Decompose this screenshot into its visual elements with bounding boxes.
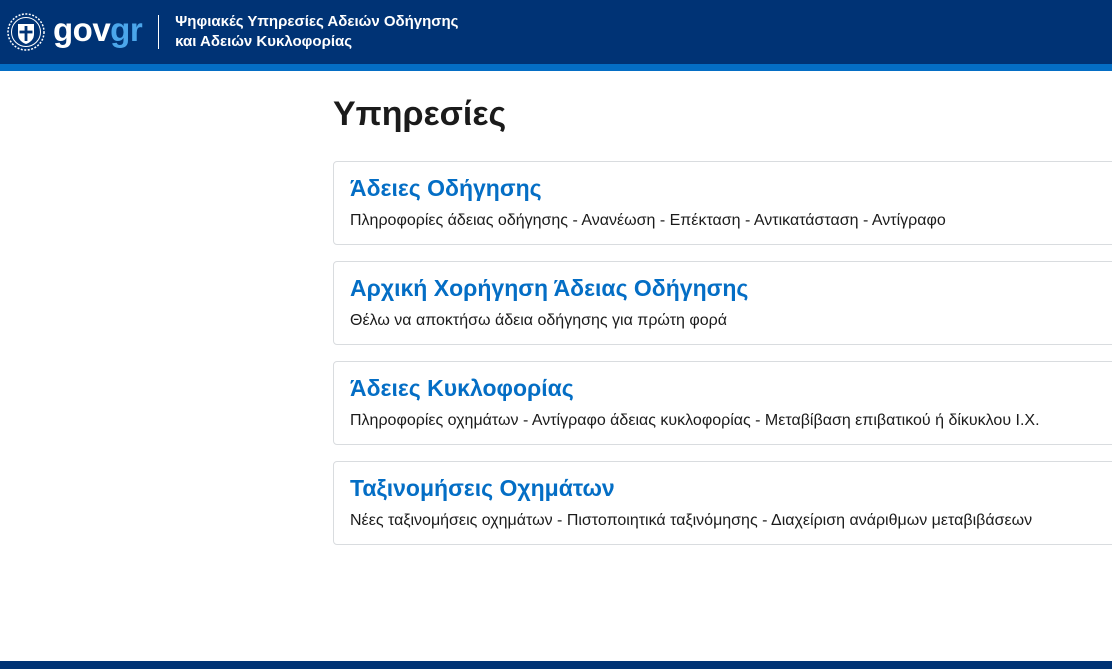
service-cards: Άδειες Οδήγησης Πληροφορίες άδειας οδήγη… — [333, 161, 1112, 545]
site-header: govgr Ψηφιακές Υπηρεσίες Αδειών Οδήγησης… — [0, 0, 1112, 64]
logo-wordmark: govgr — [53, 10, 143, 48]
greek-coat-of-arms-icon — [7, 13, 45, 51]
header-accent-stripe — [0, 64, 1112, 71]
service-card-initial-license: Αρχική Χορήγηση Άδειας Οδήγησης Θέλω να … — [333, 261, 1112, 345]
service-card-description: Νέες ταξινομήσεις οχημάτων - Πιστοποιητι… — [350, 512, 1033, 529]
service-title-line1: Ψηφιακές Υπηρεσίες Αδειών Οδήγησης — [175, 13, 459, 30]
logo-gr-text: gr — [110, 10, 143, 48]
service-title-line2: και Αδειών Κυκλοφορίας — [175, 33, 353, 50]
govgr-logo[interactable]: govgr — [7, 10, 143, 51]
service-card-vehicle-classification: Ταξινομήσεις Οχημάτων Νέες ταξινομήσεις … — [333, 461, 1112, 545]
service-title-link[interactable]: Ψηφιακές Υπηρεσίες Αδειών Οδήγησης και Α… — [175, 12, 458, 52]
service-card-title-link[interactable]: Αρχική Χορήγηση Άδειας Οδήγησης — [350, 274, 1112, 302]
main-content: Υπηρεσίες Άδειες Οδήγησης Πληροφορίες άδ… — [333, 90, 1112, 561]
service-card-description: Θέλω να αποκτήσω άδεια οδήγησης για πρώτ… — [350, 312, 727, 329]
service-card-description: Πληροφορίες οχημάτων - Αντίγραφο άδειας … — [350, 412, 1040, 429]
service-card-title-link[interactable]: Ταξινομήσεις Οχημάτων — [350, 474, 1112, 502]
service-card-description: Πληροφορίες άδειας οδήγησης - Ανανέωση -… — [350, 212, 946, 229]
service-card-vehicle-registration: Άδειες Κυκλοφορίας Πληροφορίες οχημάτων … — [333, 361, 1112, 445]
service-card-title-link[interactable]: Άδειες Κυκλοφορίας — [350, 374, 1112, 402]
service-card-driving-licenses: Άδειες Οδήγησης Πληροφορίες άδειας οδήγη… — [333, 161, 1112, 245]
service-card-title-link[interactable]: Άδειες Οδήγησης — [350, 174, 1112, 202]
header-divider — [158, 15, 160, 49]
logo-gov-text: gov — [53, 10, 111, 48]
page-title: Υπηρεσίες — [333, 95, 507, 133]
footer-bar — [0, 661, 1112, 669]
